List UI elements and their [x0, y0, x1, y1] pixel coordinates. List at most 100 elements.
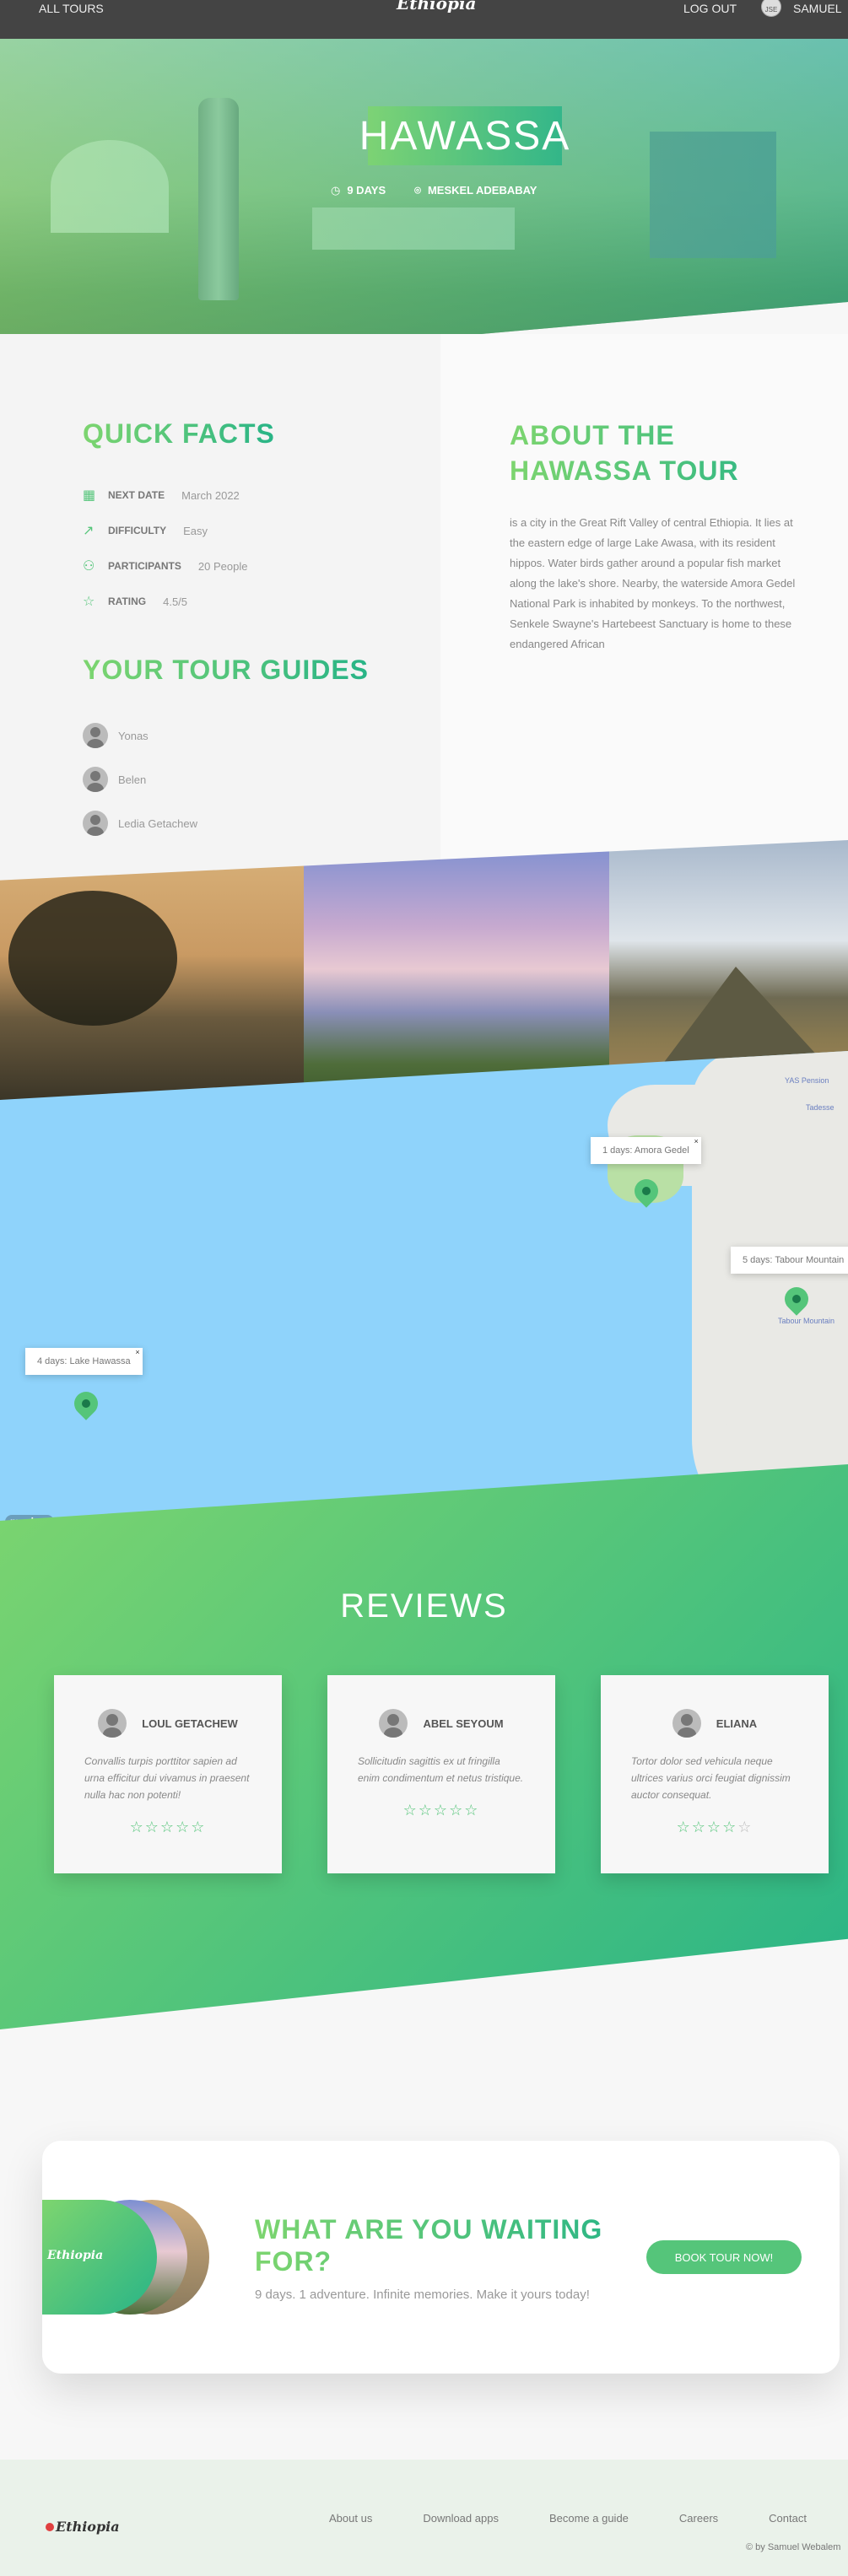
footer-link-guide[interactable]: Become a guide [549, 2512, 629, 2525]
fact-label: DIFFICULTY [108, 525, 167, 536]
footer-link-contact[interactable]: Contact [769, 2512, 807, 2525]
star-icon: ☆ [433, 1802, 450, 1819]
review-header: LOUL GETACHEW [84, 1709, 251, 1738]
user-name-link[interactable]: SAMUEL [793, 2, 842, 15]
copyright: © by Samuel Webalem [746, 2542, 841, 2552]
avatar [672, 1709, 701, 1738]
popup-text: 4 days: Lake Hawassa [37, 1356, 131, 1366]
star-icon: ☆ [676, 1819, 692, 1835]
guide-item: Yonas [83, 714, 197, 757]
star-icon: ☆ [129, 1819, 145, 1835]
fact-difficulty: ↗ DIFFICULTY Easy [83, 513, 247, 548]
fact-value: 4.5/5 [163, 595, 188, 608]
hero-title-box: HAWASSA [359, 106, 569, 165]
star-icon: ☆ [706, 1819, 723, 1835]
footer: Ethiopia About us Download apps Become a… [0, 2460, 848, 2576]
map-marker-pin[interactable] [69, 1387, 103, 1420]
fact-participants: ⚇ PARTICIPANTS 20 People [83, 548, 247, 584]
hero-overlay [0, 39, 848, 376]
site-logo[interactable]: Ethiopia [397, 0, 477, 13]
map-pin-icon: ⌾ [414, 184, 421, 197]
popup-text: 1 days: Amora Gedel [602, 1145, 689, 1156]
logout-link[interactable]: LOG OUT [683, 2, 737, 15]
cta-text: 9 days. 1 adventure. Infinite memories. … [255, 2288, 590, 2302]
cta-box: Ethiopia WHAT ARE YOU WAITING FOR? 9 day… [42, 2141, 840, 2374]
star-icon: ☆ [144, 1819, 160, 1835]
reviewer-name: LOUL GETACHEW [142, 1716, 238, 1730]
about-description: is a city in the Great Rift Valley of ce… [510, 516, 796, 650]
star-icon: ☆ [176, 1819, 192, 1835]
star-icon: ☆ [83, 595, 95, 609]
tour-title: HAWASSA [359, 113, 571, 159]
hero-location: ⌾ MESKEL ADEBABAY [414, 184, 537, 197]
avatar [379, 1709, 408, 1738]
review-text: Convallis turpis porttitor sapien ad urn… [84, 1755, 250, 1801]
review-rating: ☆☆☆☆☆ [358, 1802, 525, 1819]
fact-label: PARTICIPANTS [108, 560, 181, 572]
footer-link-careers[interactable]: Careers [679, 2512, 718, 2525]
map-label: Tabour Mountain [778, 1317, 835, 1325]
user-avatar[interactable]: JSE [761, 0, 781, 17]
reviews-section: REVIEWS LOUL GETACHEW Convallis turpis p… [0, 1464, 848, 2029]
fact-value: March 2022 [181, 488, 240, 502]
hero-details: ◷ 9 DAYS ⌾ MESKEL ADEBABAY [331, 184, 537, 197]
tour-hero: HAWASSA ◷ 9 DAYS ⌾ MESKEL ADEBABAY [0, 39, 848, 376]
all-tours-link[interactable]: ALL TOURS [39, 2, 104, 15]
trending-up-icon: ↗ [83, 524, 95, 538]
fact-next-date: ▦ NEXT DATE March 2022 [83, 477, 247, 513]
close-icon[interactable]: × [135, 1348, 139, 1356]
about-heading: ABOUT THE HAWASSA TOUR [510, 418, 797, 488]
tour-guides-list: Yonas Belen Ledia Getachew [83, 714, 197, 845]
star-icon: ☆ [722, 1819, 738, 1835]
review-text: Tortor dolor sed vehicula neque ultrices… [631, 1755, 791, 1801]
guide-name: Belen [118, 773, 147, 786]
avatar [83, 767, 108, 792]
reviewer-name: ABEL SEYOUM [423, 1716, 504, 1730]
footer-link-about[interactable]: About us [329, 2512, 372, 2525]
popup-text: 5 days: Tabour Mountain [743, 1255, 845, 1265]
map-popup[interactable]: 1 days: Amora Gedel × [591, 1137, 701, 1164]
footer-link-download[interactable]: Download apps [423, 2512, 499, 2525]
location-text: MESKEL ADEBABAY [427, 184, 537, 197]
review-rating: ☆☆☆☆☆ [84, 1819, 251, 1836]
review-header: ELIANA [631, 1709, 798, 1738]
guide-name: Ledia Getachew [118, 816, 197, 830]
fact-value: 20 People [197, 559, 248, 573]
hero-duration: ◷ 9 DAYS [331, 184, 386, 197]
star-icon: ☆ [402, 1802, 419, 1819]
description-box: ABOUT THE HAWASSA TOUR is a city in the … [440, 334, 848, 924]
tour-guides-heading: YOUR TOUR GUIDES [83, 655, 369, 685]
fact-label: RATING [108, 595, 147, 607]
map-popup[interactable]: 4 days: Lake Hawassa × [25, 1348, 143, 1375]
logo-mark-icon [46, 2523, 54, 2531]
review-card: LOUL GETACHEW Convallis turpis porttitor… [54, 1675, 282, 1873]
mountain-shape [660, 967, 829, 1068]
tour-picture-lake-silhouette [0, 840, 304, 1127]
overview-box: QUICK FACTS ▦ NEXT DATE March 2022 ↗ DIF… [0, 334, 440, 924]
guide-item: Belen [83, 757, 197, 801]
review-card: ELIANA Tortor dolor sed vehicula neque u… [601, 1675, 829, 1873]
duration-text: 9 DAYS [347, 184, 386, 197]
clock-icon: ◷ [331, 184, 341, 197]
user-icon: ⚇ [83, 559, 95, 574]
review-card: ABEL SEYOUM Sollicitudin sagittis ex ut … [327, 1675, 555, 1873]
map-label: YAS Pension [785, 1076, 829, 1085]
star-icon: ☆ [418, 1802, 434, 1819]
close-icon[interactable]: × [694, 1137, 698, 1145]
footer-nav: About us Download apps Become a guide Ca… [329, 2512, 848, 2525]
book-tour-button[interactable]: BOOK TOUR NOW! [646, 2240, 802, 2274]
footer-logo[interactable]: Ethiopia [46, 2519, 120, 2535]
map-popup[interactable]: 5 days: Tabour Mountain × [731, 1247, 848, 1274]
star-icon: ☆ [191, 1819, 207, 1835]
tree-shape [8, 891, 177, 1026]
cta-logo-circle: Ethiopia [42, 2200, 157, 2315]
map-label: Tadesse [806, 1103, 834, 1112]
reviews-heading: REVIEWS [340, 1587, 508, 1625]
star-icon-inactive: ☆ [737, 1819, 753, 1835]
star-icon: ☆ [449, 1802, 465, 1819]
guide-name: Yonas [118, 729, 149, 742]
tour-map[interactable]: YAS Pension Tadesse Tabour Mountain 1 da… [0, 1051, 848, 1540]
quick-facts-heading: QUICK FACTS [83, 418, 275, 449]
avatar [83, 811, 108, 836]
star-icon: ☆ [464, 1802, 480, 1819]
